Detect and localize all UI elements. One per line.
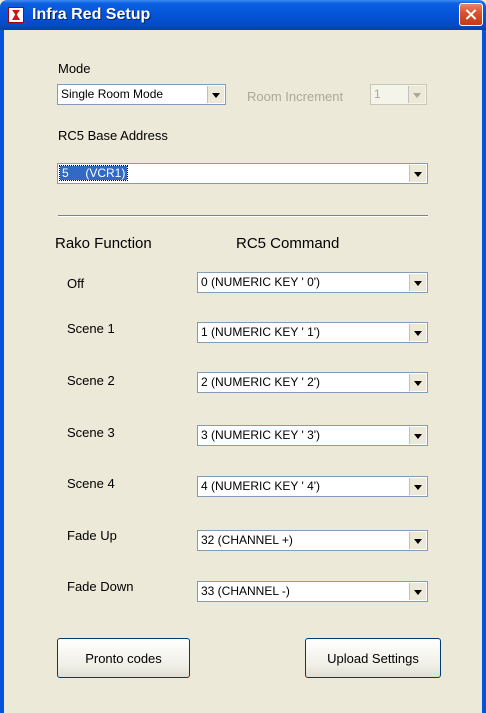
command-value: 3 (NUMERIC KEY ' 3') [201, 428, 321, 442]
command-select-fade-up[interactable]: 32 (CHANNEL +) [197, 530, 428, 551]
command-select-off[interactable]: 0 (NUMERIC KEY ' 0') [197, 272, 428, 293]
base-address-select[interactable]: 5 (VCR1) [57, 163, 428, 184]
command-select-scene-2[interactable]: 2 (NUMERIC KEY ' 2') [197, 372, 428, 393]
pronto-codes-button[interactable]: Pronto codes [57, 638, 190, 678]
command-value: 33 (CHANNEL -) [201, 584, 290, 598]
row-label-scene-4: Scene 4 [67, 476, 115, 491]
chevron-down-icon [409, 478, 426, 495]
window-frame-right [482, 30, 486, 713]
command-select-fade-down[interactable]: 33 (CHANNEL -) [197, 581, 428, 602]
window-title: Infra Red Setup [32, 6, 151, 23]
window-frame-left [0, 30, 4, 713]
command-value: 0 (NUMERIC KEY ' 0') [201, 275, 321, 289]
room-increment-select: 1 [370, 84, 427, 105]
command-value: 4 (NUMERIC KEY ' 4') [201, 479, 321, 493]
upload-settings-button[interactable]: Upload Settings [305, 638, 441, 678]
chevron-down-icon [408, 86, 425, 103]
chevron-down-icon [409, 165, 426, 182]
rc5-command-header: RC5 Command [236, 235, 340, 252]
room-increment-value: 1 [374, 87, 381, 101]
command-value: 32 (CHANNEL +) [201, 533, 293, 547]
chevron-down-icon [409, 324, 426, 341]
row-label-scene-1: Scene 1 [67, 321, 115, 336]
command-select-scene-3[interactable]: 3 (NUMERIC KEY ' 3') [197, 425, 428, 446]
room-increment-label: Room Increment [247, 89, 344, 104]
rako-function-header: Rako Function [55, 235, 152, 252]
close-button[interactable] [459, 3, 483, 26]
base-address-label: RC5 Base Address [58, 128, 168, 143]
base-address-value: 5 (VCR1) [58, 165, 129, 181]
mode-select[interactable]: Single Room Mode [57, 84, 226, 105]
command-value: 1 (NUMERIC KEY ' 1') [201, 325, 321, 339]
chevron-down-icon [409, 374, 426, 391]
mode-value: Single Room Mode [61, 87, 164, 101]
app-icon [8, 7, 24, 23]
row-label-off: Off [67, 276, 85, 291]
title-bar: Infra Red Setup [0, 0, 486, 30]
separator [58, 215, 428, 217]
chevron-down-icon [207, 86, 224, 103]
chevron-down-icon [409, 274, 426, 291]
command-value: 2 (NUMERIC KEY ' 2') [201, 375, 321, 389]
row-label-scene-3: Scene 3 [67, 425, 115, 440]
chevron-down-icon [409, 427, 426, 444]
chevron-down-icon [409, 583, 426, 600]
command-select-scene-1[interactable]: 1 (NUMERIC KEY ' 1') [197, 322, 428, 343]
row-label-fade-up: Fade Up [67, 528, 117, 543]
mode-label: Mode [58, 61, 91, 76]
command-select-scene-4[interactable]: 4 (NUMERIC KEY ' 4') [197, 476, 428, 497]
row-label-scene-2: Scene 2 [67, 373, 115, 388]
chevron-down-icon [409, 532, 426, 549]
row-label-fade-down: Fade Down [67, 579, 134, 594]
